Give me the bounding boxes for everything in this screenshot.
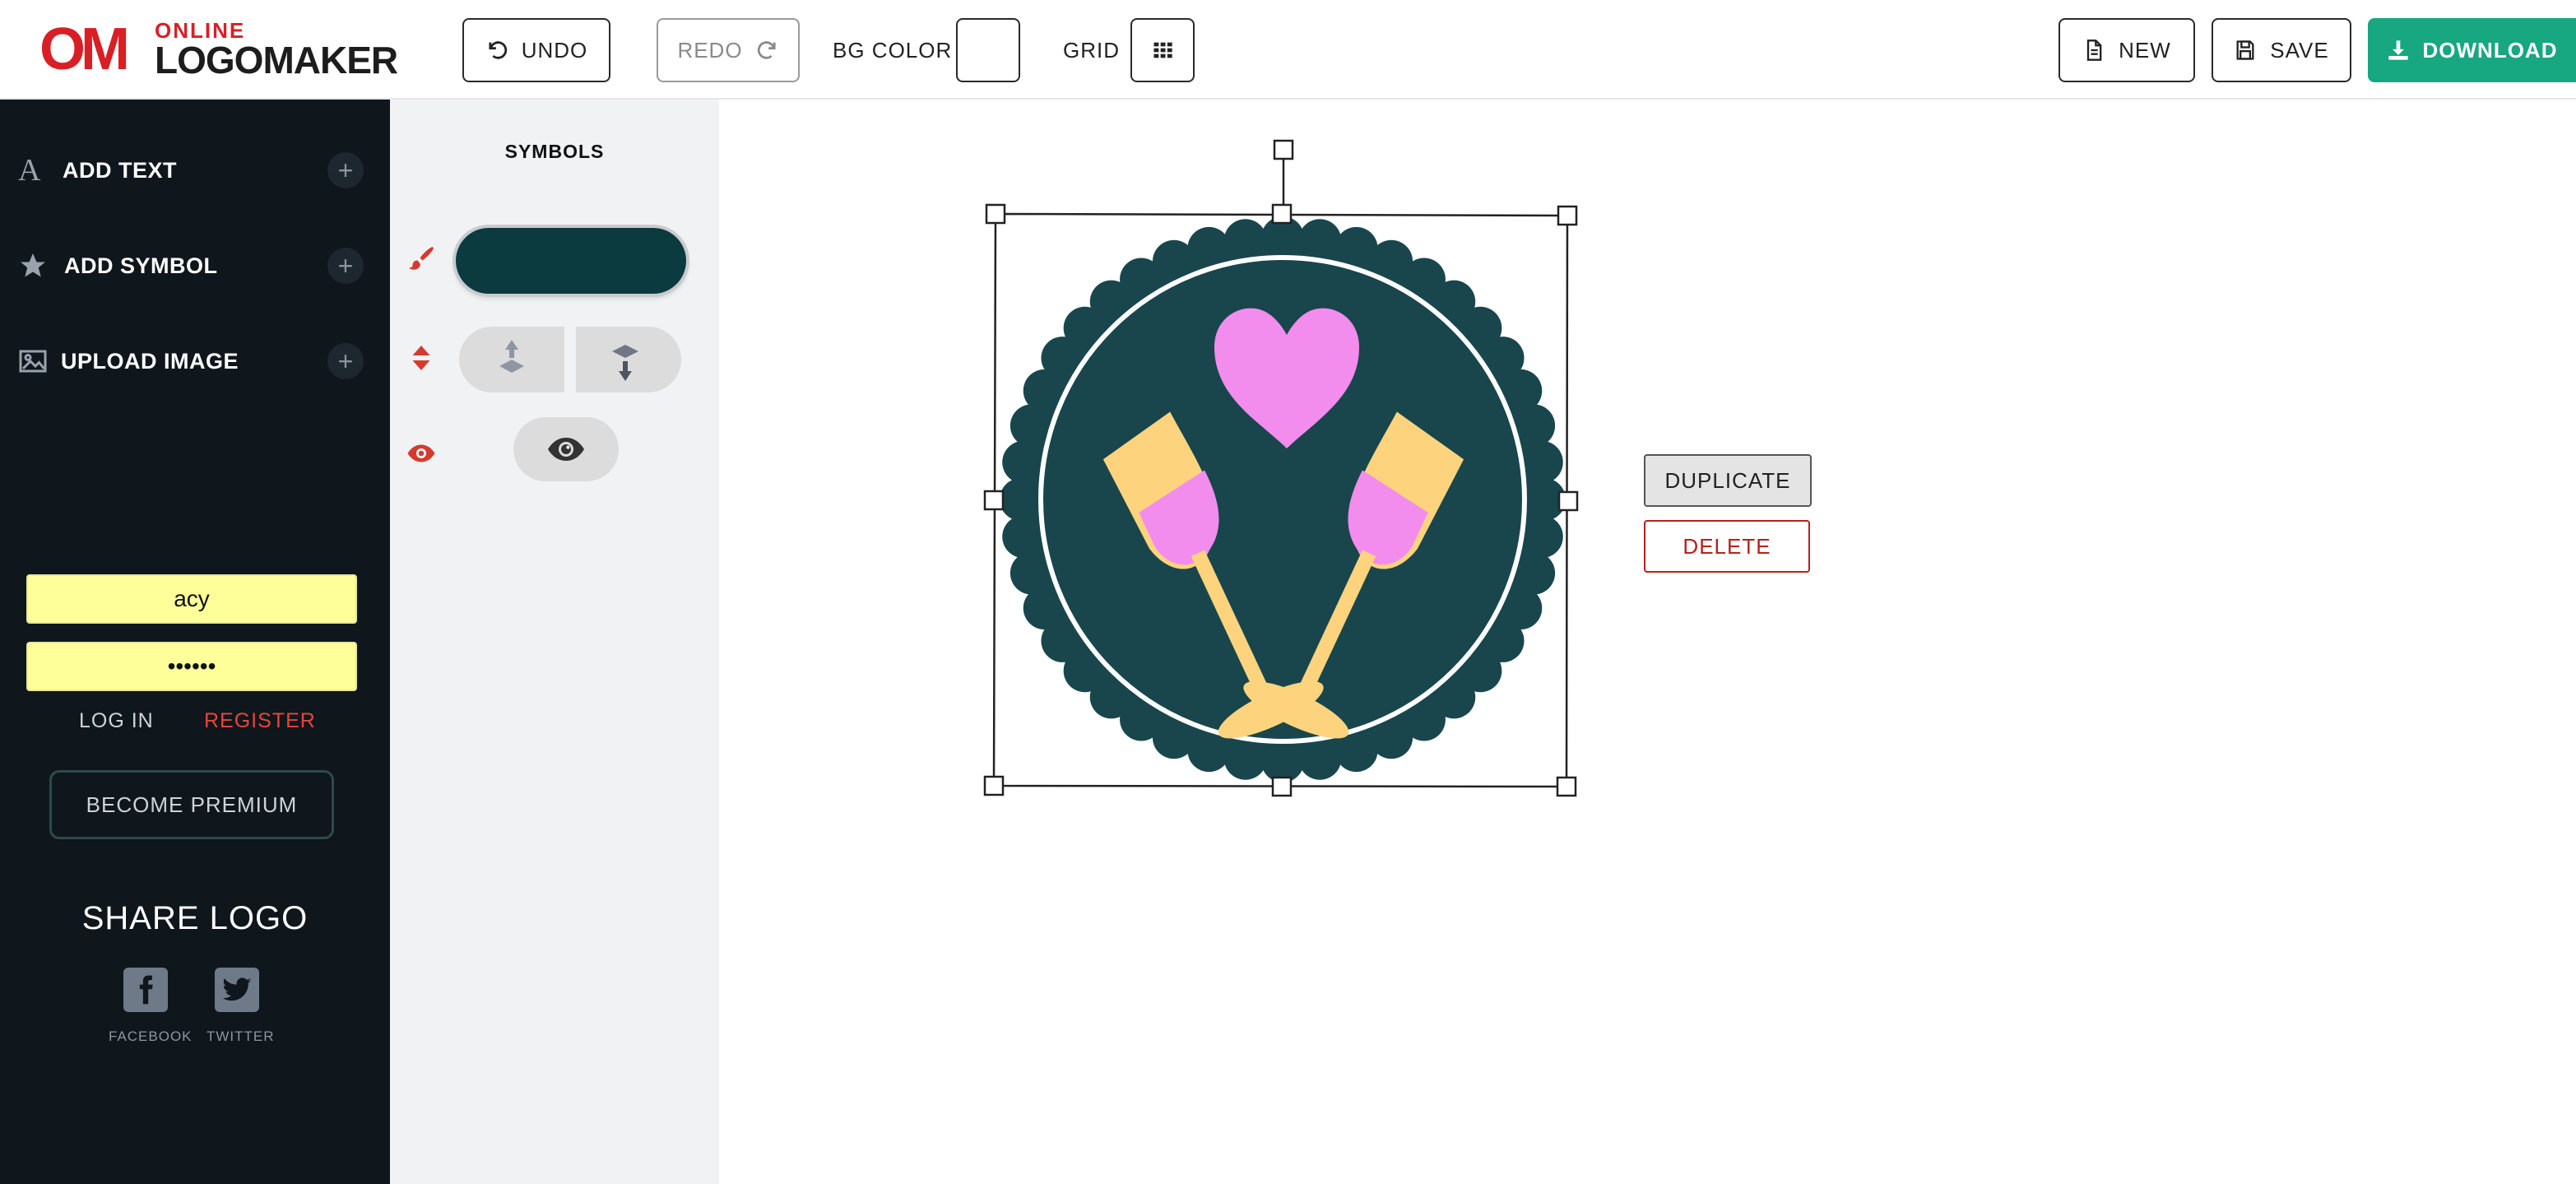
send-backward-button[interactable] bbox=[576, 327, 681, 392]
password-input[interactable]: •••••• bbox=[26, 642, 357, 691]
twitter-icon bbox=[222, 977, 252, 1001]
plus-icon[interactable]: + bbox=[327, 152, 364, 188]
floppy-disk-icon bbox=[2236, 40, 2254, 60]
facebook-button[interactable] bbox=[123, 968, 168, 1012]
download-button[interactable]: DOWNLOAD bbox=[2368, 18, 2576, 82]
twitter-button[interactable] bbox=[215, 968, 259, 1012]
redo-label: REDO bbox=[677, 37, 743, 63]
save-button[interactable]: SAVE bbox=[2212, 18, 2351, 82]
send-backward-icon bbox=[612, 345, 638, 381]
grid-icon bbox=[1153, 42, 1172, 58]
sidebar-item-label: ADD TEXT bbox=[63, 157, 177, 183]
top-toolbar: OM ONLINE LOGOMAKER UNDO REDO BG COLOR G… bbox=[0, 0, 2576, 100]
username-input[interactable]: acy bbox=[26, 574, 357, 624]
resize-handle[interactable] bbox=[1557, 490, 1579, 512]
bring-forward-icon bbox=[499, 340, 524, 373]
sidebar-item-upload-image[interactable]: UPLOAD IMAGE + bbox=[0, 320, 390, 402]
eye-icon bbox=[548, 438, 584, 461]
bring-forward-button[interactable] bbox=[459, 327, 564, 392]
resize-handle[interactable] bbox=[1273, 139, 1294, 160]
panel-title: SYMBOLS bbox=[504, 141, 605, 162]
undo-button[interactable]: UNDO bbox=[462, 18, 610, 82]
download-icon bbox=[2388, 40, 2408, 60]
delete-button[interactable]: DELETE bbox=[1644, 520, 1810, 573]
sidebar: A ADD TEXT + ADD SYMBOL + UPLOAD IMAGE +… bbox=[0, 100, 390, 1184]
symbols-panel: SYMBOLS bbox=[390, 100, 719, 1184]
resize-handle[interactable] bbox=[1557, 205, 1578, 226]
new-label: NEW bbox=[2119, 37, 2171, 63]
sidebar-item-label: UPLOAD IMAGE bbox=[61, 348, 239, 374]
resize-handle[interactable] bbox=[985, 203, 1006, 225]
logo-symbol[interactable] bbox=[971, 132, 1580, 806]
facebook-caption: FACEBOOK bbox=[109, 1028, 193, 1044]
resize-handle[interactable] bbox=[1271, 776, 1293, 797]
badge-body bbox=[1028, 244, 1538, 755]
resize-handle[interactable] bbox=[983, 490, 1005, 511]
logo-mark: OM bbox=[39, 16, 130, 82]
become-premium-button[interactable]: BECOME PREMIUM bbox=[49, 770, 334, 839]
sidebar-item-label: ADD SYMBOL bbox=[64, 253, 218, 278]
sidebar-item-add-symbol[interactable]: ADD SYMBOL + bbox=[0, 225, 390, 307]
login-link[interactable]: LOG IN bbox=[79, 709, 154, 733]
undo-label: UNDO bbox=[521, 37, 588, 63]
logo-wordmark: LOGOMAKER bbox=[155, 39, 398, 81]
resize-handle[interactable] bbox=[1556, 776, 1577, 797]
symbol-color-picker[interactable] bbox=[456, 228, 686, 294]
plus-icon[interactable]: + bbox=[327, 343, 364, 379]
register-link[interactable]: REGISTER bbox=[204, 709, 316, 733]
document-icon bbox=[2086, 39, 2102, 61]
star-icon bbox=[21, 253, 45, 277]
resize-handle[interactable] bbox=[1271, 203, 1293, 225]
duplicate-button[interactable]: DUPLICATE bbox=[1644, 454, 1812, 507]
facebook-icon bbox=[139, 975, 153, 1005]
eye-icon bbox=[407, 444, 435, 462]
grid-toggle-button[interactable] bbox=[1130, 18, 1195, 82]
paint-brush-icon bbox=[409, 247, 434, 270]
download-label: DOWNLOAD bbox=[2422, 37, 2558, 63]
redo-icon bbox=[757, 41, 776, 59]
sidebar-item-add-text[interactable]: A ADD TEXT + bbox=[0, 129, 390, 211]
new-button[interactable]: NEW bbox=[2058, 18, 2195, 82]
bg-color-swatch[interactable] bbox=[956, 18, 1020, 82]
image-icon bbox=[19, 350, 47, 373]
share-logo-title: SHARE LOGO bbox=[81, 900, 309, 936]
resize-handle[interactable] bbox=[983, 775, 1005, 796]
bg-color-label: BG COLOR bbox=[833, 38, 953, 63]
layer-order-icon bbox=[412, 346, 430, 370]
text-icon: A bbox=[18, 153, 41, 188]
grid-label: GRID bbox=[1063, 38, 1120, 63]
visibility-toggle-button[interactable] bbox=[513, 417, 619, 481]
redo-button[interactable]: REDO bbox=[657, 18, 800, 82]
plus-icon[interactable]: + bbox=[327, 248, 364, 284]
save-label: SAVE bbox=[2270, 37, 2329, 63]
undo-icon bbox=[489, 41, 507, 59]
twitter-caption: TWITTER bbox=[207, 1028, 275, 1044]
